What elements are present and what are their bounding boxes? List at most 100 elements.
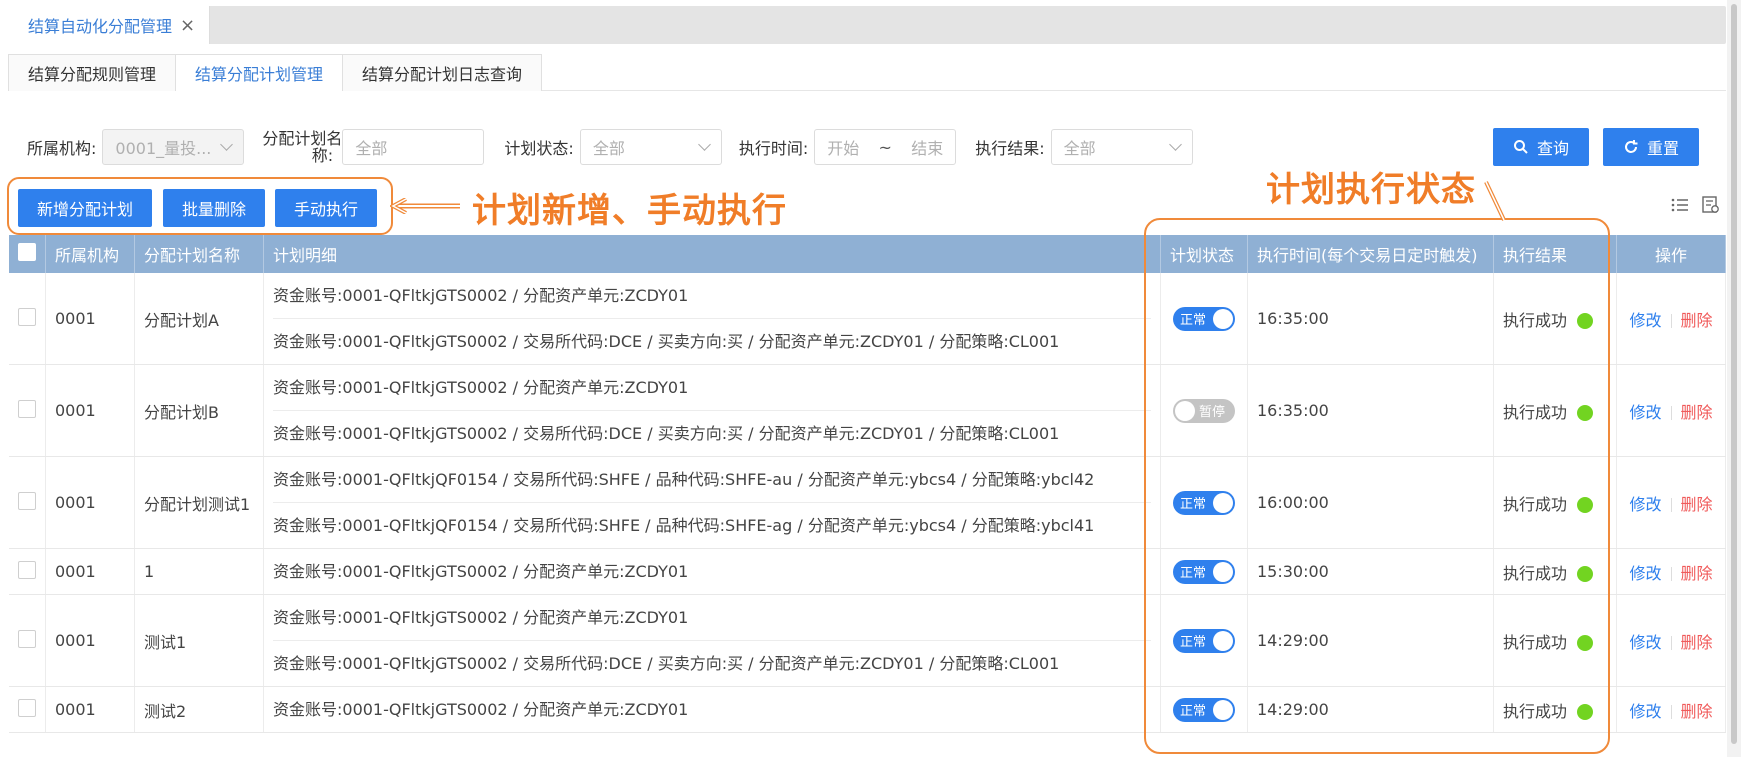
cell-actions: 修改 删除	[1616, 548, 1726, 595]
status-select-placeholder: 全部	[592, 139, 625, 158]
plan-name-label-line1: 分配计划名	[262, 129, 343, 148]
action-divider	[1670, 498, 1672, 512]
cell-plan-detail: 资金账号:0001-QFltkjGTS0002 / 分配资产单元:ZCDY01 资…	[263, 364, 1161, 457]
time-range-input[interactable]: 开始 ~ 结束	[814, 129, 957, 165]
tab-plan-management[interactable]: 结算分配计划管理	[175, 54, 344, 91]
edit-link[interactable]: 修改	[1629, 633, 1661, 652]
chevron-down-icon	[1168, 138, 1182, 151]
select-all-checkbox[interactable]	[18, 243, 36, 261]
time-end: 结束	[911, 139, 944, 158]
action-divider	[1670, 705, 1672, 719]
reset-button[interactable]: 重置	[1603, 128, 1699, 166]
tab-rule-management[interactable]: 结算分配规则管理	[8, 54, 177, 91]
delete-link[interactable]: 删除	[1681, 495, 1713, 514]
row-checkbox[interactable]	[18, 399, 36, 418]
delete-link[interactable]: 删除	[1681, 403, 1713, 422]
plan-detail-line: 资金账号:0001-QFltkjGTS0002 / 分配资产单元:ZCDY01	[273, 608, 689, 627]
arrow-left-icon	[390, 198, 460, 214]
status-label: 计划状态:	[504, 139, 574, 158]
search-button[interactable]: 查询	[1493, 128, 1589, 166]
list-view-icon[interactable]	[1671, 197, 1689, 213]
edit-link[interactable]: 修改	[1629, 311, 1661, 330]
time-start: 开始	[827, 139, 860, 158]
annotation-text-status: 计划执行状态	[1266, 170, 1476, 210]
result-select-placeholder: 全部	[1063, 139, 1096, 158]
sub-tabs: 结算分配规则管理 结算分配计划管理 结算分配计划日志查询	[8, 54, 1726, 91]
plan-name-placeholder: 全部	[355, 139, 388, 158]
plan-detail-line: 资金账号:0001-QFltkjGTS0002 / 交易所代码:DCE / 买卖…	[273, 318, 1151, 364]
time-label: 执行时间:	[738, 139, 809, 158]
annotation-box-status	[1144, 218, 1610, 754]
annotation-box-toolbar	[7, 177, 393, 235]
action-divider	[1670, 636, 1672, 650]
column-settings-icon[interactable]	[1702, 196, 1720, 214]
row-checkbox[interactable]	[18, 629, 36, 648]
cell-org: 0001	[45, 594, 135, 687]
delete-link[interactable]: 删除	[1681, 311, 1713, 330]
annotation-text-toolbar: 计划新增、手动执行	[472, 191, 787, 231]
filter-bar: 所属机构: 0001_量投... 分配计划名 称: 全部 计划状态: 全部 执行…	[27, 128, 1193, 166]
edit-link[interactable]: 修改	[1629, 564, 1661, 583]
scrollbar-thumb[interactable]	[1731, 4, 1737, 744]
page-scrollbar[interactable]	[1727, 0, 1741, 757]
org-select-value: 0001_量投...	[115, 139, 212, 158]
cell-actions: 修改 删除	[1616, 686, 1726, 733]
top-tab-bar	[8, 6, 1726, 44]
action-divider	[1670, 567, 1672, 581]
tab-plan-log-query[interactable]: 结算分配计划日志查询	[342, 54, 543, 91]
cell-plan-name: 1	[134, 548, 264, 595]
delete-link[interactable]: 删除	[1681, 702, 1713, 721]
row-checkbox[interactable]	[18, 560, 36, 579]
chevron-down-icon	[220, 138, 234, 151]
top-tab-label: 结算自动化分配管理	[28, 17, 173, 36]
plan-detail-line: 资金账号:0001-QFltkjQF0154 / 交易所代码:SHFE / 品种…	[273, 502, 1151, 548]
cell-actions: 修改 删除	[1616, 594, 1726, 687]
col-plan-name: 分配计划名称	[134, 235, 264, 273]
plan-name-label-line2: 称:	[311, 146, 334, 165]
plan-detail-line: 资金账号:0001-QFltkjGTS0002 / 交易所代码:DCE / 买卖…	[273, 410, 1151, 456]
cell-plan-name: 分配计划B	[134, 364, 264, 457]
annotation-pointer-line	[1484, 181, 1506, 221]
plan-name-label: 分配计划名 称:	[262, 130, 342, 164]
edit-link[interactable]: 修改	[1629, 495, 1661, 514]
result-select[interactable]: 全部	[1050, 129, 1193, 165]
action-divider	[1670, 406, 1672, 420]
row-checkbox[interactable]	[18, 698, 36, 717]
edit-link[interactable]: 修改	[1629, 403, 1661, 422]
action-divider	[1670, 314, 1672, 328]
row-checkbox[interactable]	[18, 307, 36, 326]
time-separator: ~	[878, 137, 892, 157]
cell-plan-detail: 资金账号:0001-QFltkjGTS0002 / 分配资产单元:ZCDY01	[263, 686, 1161, 733]
org-select[interactable]: 0001_量投...	[102, 129, 245, 165]
edit-link[interactable]: 修改	[1629, 702, 1661, 721]
plan-detail-line: 资金账号:0001-QFltkjGTS0002 / 分配资产单元:ZCDY01	[273, 700, 689, 719]
cell-actions: 修改 删除	[1616, 364, 1726, 457]
cell-plan-detail: 资金账号:0001-QFltkjQF0154 / 交易所代码:SHFE / 品种…	[263, 456, 1161, 549]
plan-detail-line: 资金账号:0001-QFltkjGTS0002 / 分配资产单元:ZCDY01	[273, 378, 689, 397]
cell-org: 0001	[45, 548, 135, 595]
cell-org: 0001	[45, 686, 135, 733]
delete-link[interactable]: 删除	[1681, 633, 1713, 652]
col-actions: 操作	[1616, 235, 1726, 273]
col-plan-detail: 计划明细	[263, 235, 1161, 273]
cell-plan-name: 分配计划A	[134, 273, 264, 365]
cell-plan-name: 测试1	[134, 594, 264, 687]
cell-org: 0001	[45, 456, 135, 549]
result-label: 执行结果:	[975, 139, 1045, 158]
search-button-label: 查询	[1536, 139, 1569, 158]
plan-detail-line: 资金账号:0001-QFltkjQF0154 / 交易所代码:SHFE / 品种…	[273, 470, 1095, 489]
cell-plan-detail: 资金账号:0001-QFltkjGTS0002 / 分配资产单元:ZCDY01 资…	[263, 273, 1161, 365]
cell-org: 0001	[45, 364, 135, 457]
top-tab-active[interactable]: 结算自动化分配管理 ×	[8, 6, 211, 44]
cell-actions: 修改 删除	[1616, 456, 1726, 549]
plan-detail-line: 资金账号:0001-QFltkjGTS0002 / 分配资产单元:ZCDY01	[273, 562, 689, 581]
chevron-down-icon	[697, 138, 711, 151]
status-select[interactable]: 全部	[579, 129, 722, 165]
plan-name-input[interactable]: 全部	[342, 129, 485, 165]
close-icon[interactable]: ×	[180, 15, 195, 36]
delete-link[interactable]: 删除	[1681, 564, 1713, 583]
cell-actions: 修改 删除	[1616, 273, 1726, 365]
cell-plan-name: 测试2	[134, 686, 264, 733]
row-checkbox[interactable]	[18, 491, 36, 510]
col-org: 所属机构	[45, 235, 135, 273]
